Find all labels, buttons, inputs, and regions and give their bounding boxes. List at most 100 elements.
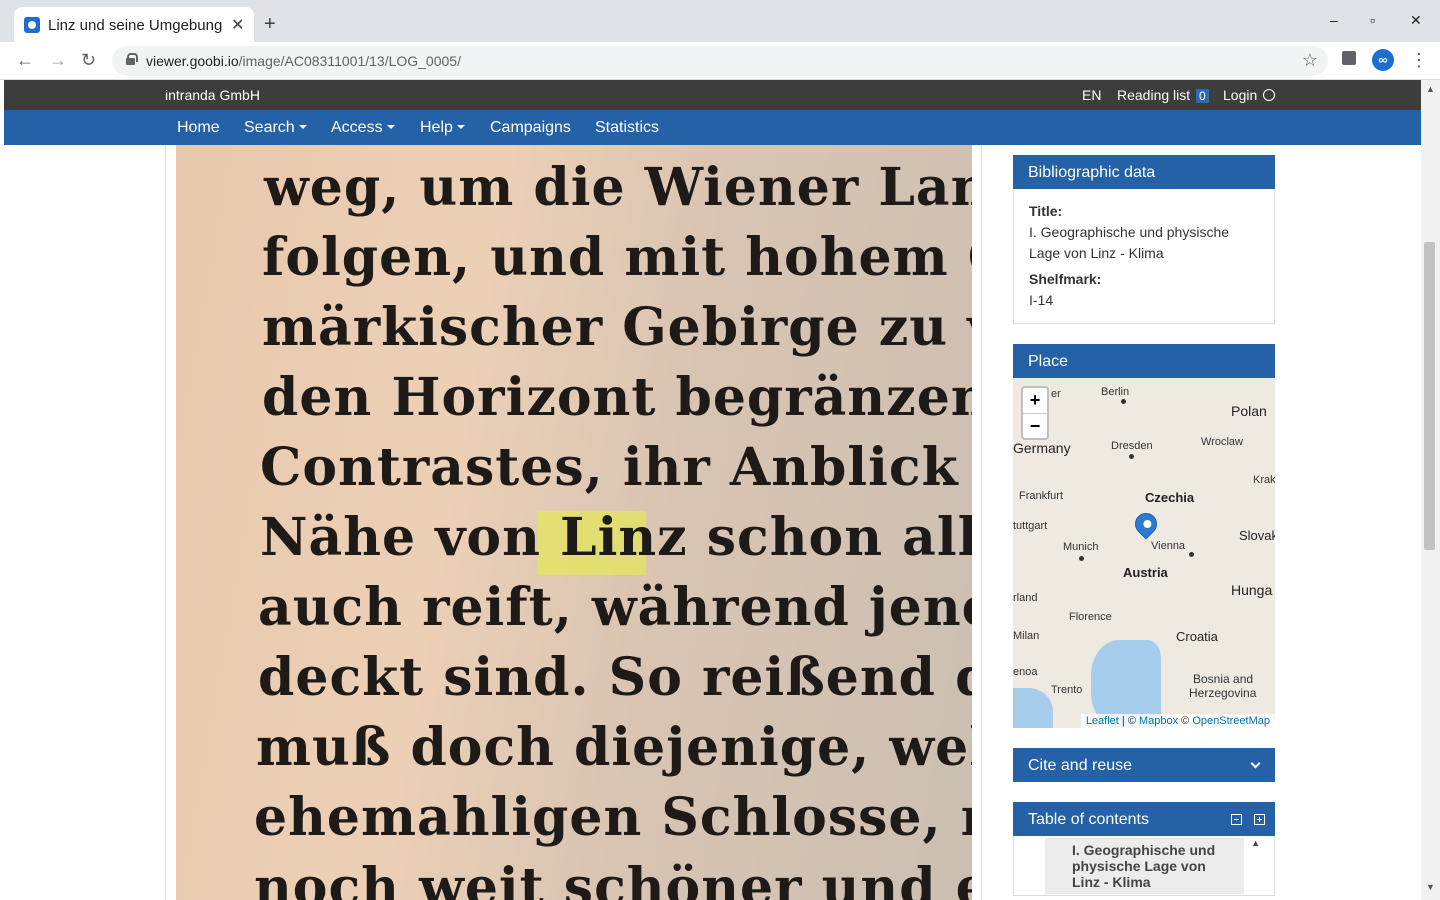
- map-city-label: Krak: [1253, 474, 1275, 486]
- city-marker: [1189, 552, 1194, 557]
- expand-all-icon[interactable]: [1254, 814, 1265, 825]
- forward-arrow-icon[interactable]: →: [49, 50, 67, 70]
- map-city-label: rland: [1013, 592, 1038, 604]
- lock-icon: [126, 53, 138, 65]
- scan-text-line: Nähe von Linz schon alles: [260, 507, 972, 568]
- scroll-up-arrow-icon[interactable]: ▲: [1426, 84, 1435, 94]
- cite-reuse-panel[interactable]: Cite and reuse: [1013, 748, 1275, 782]
- reload-icon[interactable]: ↻: [81, 50, 96, 70]
- collapse-all-icon[interactable]: [1230, 814, 1242, 825]
- city-marker: [1129, 454, 1134, 459]
- caret-down-icon: [298, 125, 307, 129]
- map-country-label: Herzegovina: [1189, 686, 1257, 700]
- caret-down-icon: [386, 125, 395, 129]
- nav-search[interactable]: Search: [244, 119, 307, 137]
- map-city-label: enoa: [1013, 666, 1038, 678]
- site-favicon-icon: [24, 17, 40, 33]
- map-country-label: Croatia: [1176, 629, 1218, 644]
- scan-text-line: märkischer Gebirge zu verw: [262, 297, 972, 358]
- scan-text-line: noch weit schöner und erhab: [254, 857, 972, 900]
- tab-close-icon[interactable]: ✕: [231, 15, 244, 35]
- reading-list-link[interactable]: Reading list 0: [1117, 87, 1209, 103]
- scrollbar-thumb[interactable]: [1424, 242, 1435, 550]
- ligurian-sea: [1013, 688, 1053, 728]
- nav-statistics[interactable]: Statistics: [595, 119, 659, 137]
- close-window-button[interactable]: ✕: [1410, 12, 1422, 29]
- nav-access[interactable]: Access: [331, 119, 395, 137]
- user-icon: [1263, 89, 1276, 101]
- map-attribution: Leaflet | © Mapbox © OpenStreetMap: [1080, 714, 1275, 728]
- map-country-label: Slovak: [1239, 528, 1275, 543]
- browser-tab[interactable]: Linz und seine Umgebung ✕: [14, 7, 254, 42]
- browser-toolbar: ← → ↻ viewer.goobi.io/image/AC08311001/1…: [0, 42, 1440, 80]
- title-label: Title:: [1029, 203, 1063, 219]
- back-arrow-icon[interactable]: ←: [16, 50, 34, 70]
- image-viewer[interactable]: weg, um die Wiener Land folgen, und mit …: [176, 145, 972, 900]
- city-marker: [1121, 399, 1126, 404]
- toc-entry[interactable]: I. Geographische und physische Lage von …: [1045, 838, 1244, 894]
- map-city-label: Wroclaw: [1201, 436, 1243, 448]
- new-tab-button[interactable]: +: [264, 14, 276, 34]
- url-text[interactable]: viewer.goobi.io/image/AC08311001/13/LOG_…: [146, 53, 461, 69]
- profile-infinity-icon[interactable]: ∞: [1372, 49, 1394, 71]
- map-country-label: Germany: [1013, 440, 1071, 456]
- reading-list-count-badge: 0: [1196, 89, 1209, 103]
- content-border: [165, 145, 166, 900]
- language-switch[interactable]: EN: [1082, 87, 1101, 103]
- minimize-button[interactable]: –: [1330, 12, 1338, 28]
- zoom-in-button[interactable]: +: [1023, 388, 1047, 413]
- brand-name[interactable]: intranda GmbH: [165, 87, 260, 103]
- zoom-out-button[interactable]: −: [1023, 413, 1047, 438]
- scroll-down-arrow-icon[interactable]: ▼: [1426, 882, 1435, 892]
- scan-text-line: muß doch diejenige, welch: [256, 717, 972, 778]
- scan-text-line: Contrastes, ihr Anblick zu: [260, 437, 972, 498]
- table-of-contents-panel: Table of contents I. Geographische und p…: [1013, 802, 1275, 896]
- bibliographic-data-panel: Bibliographic data Title: I. Geographisc…: [1013, 155, 1275, 324]
- place-panel: Place + − er Berlin Polan Dresden Wrocla…: [1013, 344, 1275, 728]
- browser-menu-icon[interactable]: ⋮: [1410, 50, 1428, 71]
- chevron-down-icon: [1250, 758, 1261, 769]
- panel-heading: Bibliographic data: [1013, 155, 1275, 189]
- map-country-label: Polan: [1231, 403, 1267, 419]
- map-city-label: tuttgart: [1013, 520, 1048, 532]
- map-country-label: Bosnia and: [1193, 672, 1254, 686]
- panel-heading: Place: [1013, 344, 1275, 378]
- scan-text-line: weg, um die Wiener Land: [264, 157, 972, 218]
- tab-title: Linz und seine Umgebung: [48, 17, 223, 34]
- zoom-control: + −: [1021, 386, 1049, 440]
- shelfmark-label: Shelfmark:: [1029, 271, 1102, 287]
- mapbox-link[interactable]: Mapbox: [1139, 715, 1178, 727]
- main-navigation: Home Search Access Help Campaigns Statis…: [4, 110, 1421, 145]
- scan-text-line: folgen, und mit hohem Ge: [262, 227, 972, 288]
- map-city-label: Milan: [1013, 630, 1040, 642]
- cite-reuse-heading[interactable]: Cite and reuse: [1013, 748, 1275, 782]
- scroll-up-arrow-icon[interactable]: ▲: [1251, 838, 1260, 848]
- site-topbar: intranda GmbH EN Reading list 0 Login: [4, 80, 1421, 110]
- openstreetmap-link[interactable]: OpenStreetMap: [1192, 715, 1270, 727]
- map-city-label: er: [1051, 388, 1061, 400]
- map[interactable]: + − er Berlin Polan Dresden Wroclaw Germ…: [1013, 378, 1275, 728]
- bookmark-star-icon[interactable]: ☆: [1302, 50, 1318, 71]
- shelfmark-value: I-14: [1029, 292, 1054, 308]
- map-country-label: Hunga: [1231, 582, 1273, 598]
- scan-text-line: den Horizont begränzen. D: [262, 367, 972, 428]
- content-divider: [981, 145, 982, 900]
- maximize-button[interactable]: ▫: [1370, 12, 1375, 28]
- extensions-puzzle-icon[interactable]: [1342, 51, 1356, 65]
- page-scrollbar[interactable]: ▲ ▼: [1421, 80, 1440, 900]
- map-city-label: Florence: [1069, 611, 1112, 623]
- nav-home[interactable]: Home: [177, 119, 220, 137]
- title-value: I. Geographische und physische Lage von …: [1029, 224, 1230, 261]
- scan-text-line: deckt sind. So reißend di: [258, 647, 972, 708]
- address-bar[interactable]: viewer.goobi.io/image/AC08311001/13/LOG_…: [112, 46, 1328, 76]
- leaflet-link[interactable]: Leaflet: [1086, 715, 1119, 727]
- map-city-label: Trento: [1051, 684, 1083, 696]
- login-link[interactable]: Login: [1223, 87, 1276, 103]
- nav-help[interactable]: Help: [420, 119, 465, 137]
- scan-text-line: ehemahligen Schlosse, nun: [254, 787, 972, 848]
- map-country-label: Czechia: [1145, 490, 1195, 505]
- nav-campaigns[interactable]: Campaigns: [490, 119, 571, 137]
- location-pin-icon[interactable]: [1130, 508, 1162, 543]
- scan-text-line: auch reift, während jene G: [258, 577, 972, 638]
- panel-heading: Table of contents: [1013, 802, 1275, 836]
